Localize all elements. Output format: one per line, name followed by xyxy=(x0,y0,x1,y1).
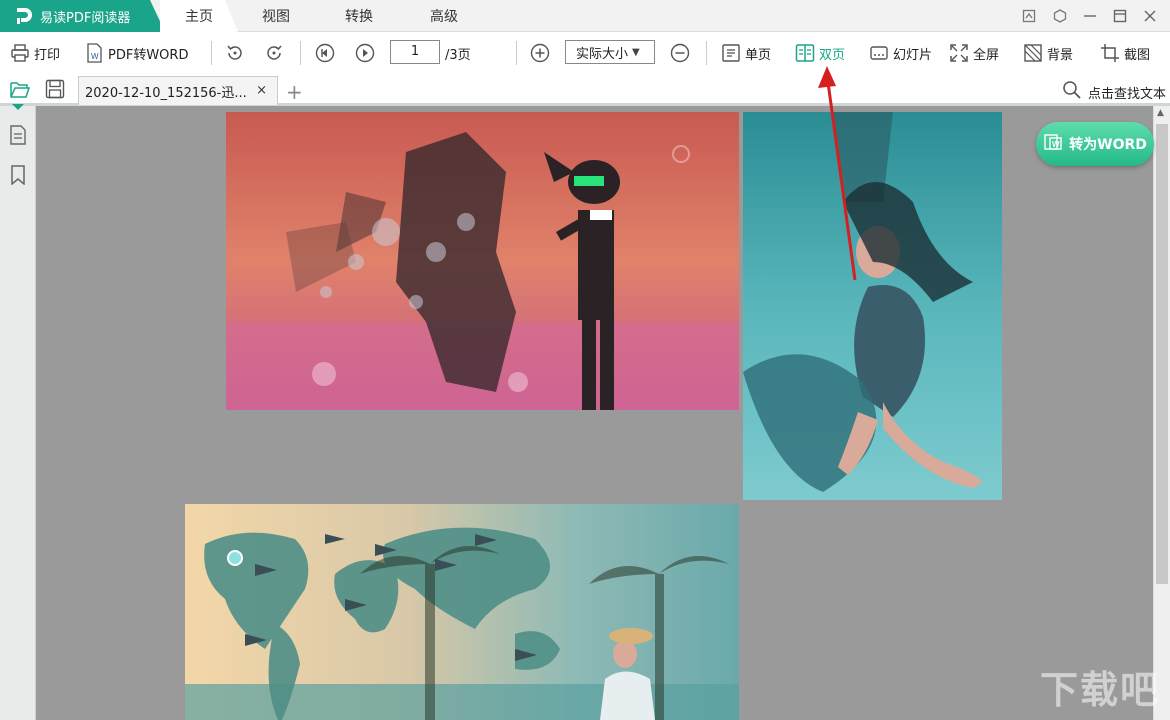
page-image-2 xyxy=(743,112,1002,500)
caret-down-icon: ▼ xyxy=(632,46,640,58)
slideshow-button[interactable]: 幻灯片 xyxy=(869,40,932,66)
page-image-3 xyxy=(185,504,739,720)
minimize-icon[interactable] xyxy=(1080,6,1100,26)
svg-text:W: W xyxy=(1052,140,1060,149)
printer-icon xyxy=(10,43,30,63)
open-file-icon[interactable] xyxy=(9,78,31,104)
zoom-out-button[interactable] xyxy=(669,40,691,66)
find-text-button[interactable]: 点击查找文本 xyxy=(1062,80,1166,104)
page-image-1 xyxy=(226,112,739,410)
background-icon xyxy=(1023,43,1043,63)
left-sidebar xyxy=(0,104,36,720)
separator xyxy=(300,41,301,65)
app-tab: 易读PDF阅读器 xyxy=(0,0,165,32)
close-icon[interactable] xyxy=(1140,6,1160,26)
zoom-select[interactable]: 实际大小 ▼ xyxy=(565,40,655,64)
separator xyxy=(516,41,517,65)
screenshot-label: 截图 xyxy=(1124,47,1151,63)
document-view[interactable] xyxy=(36,106,1153,720)
settings-icon[interactable] xyxy=(1050,6,1070,26)
document-tab[interactable]: 2020-12-10_152156-迅... × xyxy=(78,76,278,105)
single-page-icon xyxy=(721,43,741,63)
double-page-label: 双页 xyxy=(819,47,846,63)
save-icon[interactable] xyxy=(44,78,66,104)
vertical-scrollbar[interactable]: ▲ xyxy=(1153,106,1170,720)
thumbnails-icon[interactable] xyxy=(7,124,29,146)
print-label: 打印 xyxy=(34,47,61,63)
fullscreen-button[interactable]: 全屏 xyxy=(949,40,999,66)
app-title: 易读PDF阅读器 xyxy=(40,10,131,26)
watermark: 下载吧 xyxy=(1039,668,1160,712)
tab-convert[interactable]: 转换 xyxy=(323,0,395,32)
next-page-button[interactable] xyxy=(354,40,376,66)
tab-home[interactable]: 主页 xyxy=(160,0,238,32)
slideshow-label: 幻灯片 xyxy=(893,47,933,63)
document-tab-title: 2020-12-10_152156-迅... xyxy=(85,85,247,101)
fullscreen-icon xyxy=(949,43,969,63)
single-page-button[interactable]: 单页 xyxy=(721,40,771,66)
background-button[interactable]: 背景 xyxy=(1023,40,1073,66)
separator xyxy=(211,41,212,65)
scrollbar-thumb[interactable] xyxy=(1156,124,1168,584)
zoom-value: 实际大小 xyxy=(576,46,629,62)
print-button[interactable]: 打印 xyxy=(10,40,60,66)
convert-to-word-button[interactable]: W 转为WORD xyxy=(1036,122,1154,166)
word-file-icon: W xyxy=(84,43,104,63)
crop-icon xyxy=(1100,43,1120,63)
rotate-left-button[interactable] xyxy=(224,40,246,66)
convert-to-word-label: 转为WORD xyxy=(1069,137,1147,153)
page-number-input[interactable]: 1 xyxy=(390,40,440,64)
bookmark-icon[interactable] xyxy=(7,164,29,186)
pdf-to-word-button[interactable]: W PDF转WORD xyxy=(84,40,188,66)
skin-icon[interactable] xyxy=(1019,6,1039,26)
maximize-icon[interactable] xyxy=(1110,6,1130,26)
sidebar-marker xyxy=(12,104,24,110)
next-page-icon xyxy=(354,42,376,64)
fullscreen-label: 全屏 xyxy=(973,47,1000,63)
prev-page-button[interactable] xyxy=(314,40,336,66)
screenshot-button[interactable]: 截图 xyxy=(1100,40,1150,66)
single-page-label: 单页 xyxy=(745,47,772,63)
prev-page-icon xyxy=(314,42,336,64)
svg-text:W: W xyxy=(91,52,99,61)
separator xyxy=(706,41,707,65)
add-tab-icon[interactable]: + xyxy=(286,80,303,104)
slideshow-icon xyxy=(869,43,889,63)
pdf-to-word-label: PDF转WORD xyxy=(108,47,189,63)
zoom-in-button[interactable] xyxy=(529,40,551,66)
app-logo-icon xyxy=(14,6,34,26)
magnifier-icon xyxy=(1062,80,1082,104)
page-total: /3页 xyxy=(445,48,471,63)
title-bar: 易读PDF阅读器 主页 视图 转换 高级 xyxy=(0,0,1170,32)
double-page-button[interactable]: 双页 xyxy=(795,40,845,66)
tab-view[interactable]: 视图 xyxy=(240,0,312,32)
close-tab-icon[interactable]: × xyxy=(256,83,267,98)
zoom-in-icon xyxy=(529,42,551,64)
word-doc-icon: W xyxy=(1043,132,1063,156)
background-label: 背景 xyxy=(1047,47,1074,63)
double-page-icon xyxy=(795,43,815,63)
tab-advanced[interactable]: 高级 xyxy=(408,0,480,32)
document-tabs-bar: 2020-12-10_152156-迅... × + 点击查找文本 xyxy=(0,74,1170,106)
find-text-label: 点击查找文本 xyxy=(1087,86,1166,102)
rotate-left-icon xyxy=(224,42,246,64)
zoom-out-icon xyxy=(669,42,691,64)
scroll-up-icon[interactable]: ▲ xyxy=(1157,108,1164,118)
rotate-right-icon xyxy=(263,42,285,64)
rotate-right-button[interactable] xyxy=(263,40,285,66)
